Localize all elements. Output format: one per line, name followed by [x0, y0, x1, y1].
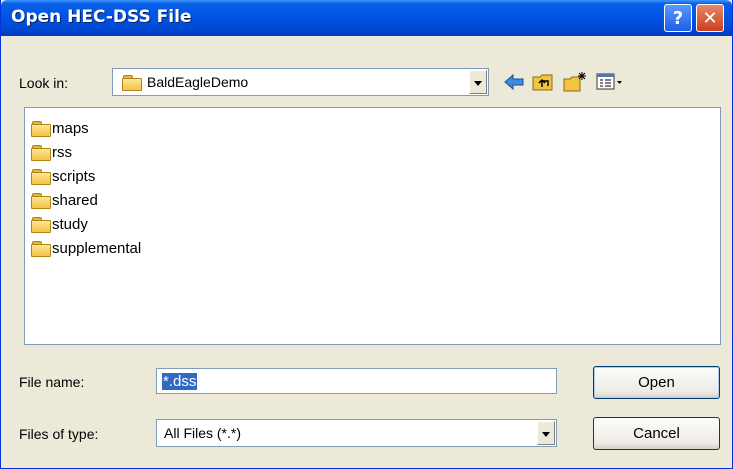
folder-icon — [122, 74, 142, 91]
file-name: maps — [52, 119, 89, 137]
folder-icon — [31, 216, 51, 233]
file-name-label: File name: — [19, 374, 85, 390]
file-name: study — [52, 215, 88, 233]
back-arrow-icon[interactable] — [503, 71, 525, 93]
help-button[interactable]: ? — [664, 4, 692, 32]
file-name-field[interactable]: *.dss — [156, 368, 557, 394]
list-item[interactable]: study — [31, 213, 88, 235]
list-item[interactable]: shared — [31, 189, 98, 211]
chevron-down-icon[interactable] — [469, 70, 487, 94]
chevron-down-icon[interactable] — [537, 421, 555, 445]
folder-icon — [31, 144, 51, 161]
list-item[interactable]: maps — [31, 117, 89, 139]
title-bar[interactable]: Open HEC-DSS File ? ✕ — [1, 0, 732, 36]
close-button[interactable]: ✕ — [696, 4, 724, 32]
folder-icon — [31, 240, 51, 257]
file-type-dropdown[interactable]: All Files (*.*) — [156, 419, 557, 447]
file-name: scripts — [52, 167, 96, 185]
view-menu-icon[interactable] — [596, 71, 624, 93]
open-dss-dialog: Open HEC-DSS File ? ✕ Look in: BaldEagle… — [0, 0, 733, 469]
list-item[interactable]: supplemental — [31, 237, 141, 259]
folder-icon — [31, 120, 51, 137]
look-in-value: BaldEagleDemo — [147, 74, 249, 90]
look-in-label: Look in: — [19, 75, 69, 91]
look-in-dropdown[interactable]: BaldEagleDemo — [112, 68, 489, 96]
open-button[interactable]: Open — [593, 366, 720, 399]
file-list[interactable]: maps rss scripts shared study supplement… — [24, 107, 721, 345]
list-item[interactable]: rss — [31, 141, 72, 163]
file-type-label: Files of type: — [19, 426, 99, 442]
dialog-title: Open HEC-DSS File — [11, 7, 192, 27]
list-item[interactable]: scripts — [31, 165, 95, 187]
file-name: shared — [52, 191, 98, 209]
file-name-value: *.dss — [162, 373, 198, 390]
cancel-button[interactable]: Cancel — [593, 417, 720, 450]
file-name: supplemental — [52, 239, 142, 257]
new-folder-icon[interactable] — [562, 71, 588, 93]
file-type-value: All Files (*.*) — [164, 425, 242, 441]
up-folder-icon[interactable] — [531, 71, 555, 93]
file-name: rss — [52, 143, 72, 161]
folder-icon — [31, 168, 51, 185]
folder-icon — [31, 192, 51, 209]
